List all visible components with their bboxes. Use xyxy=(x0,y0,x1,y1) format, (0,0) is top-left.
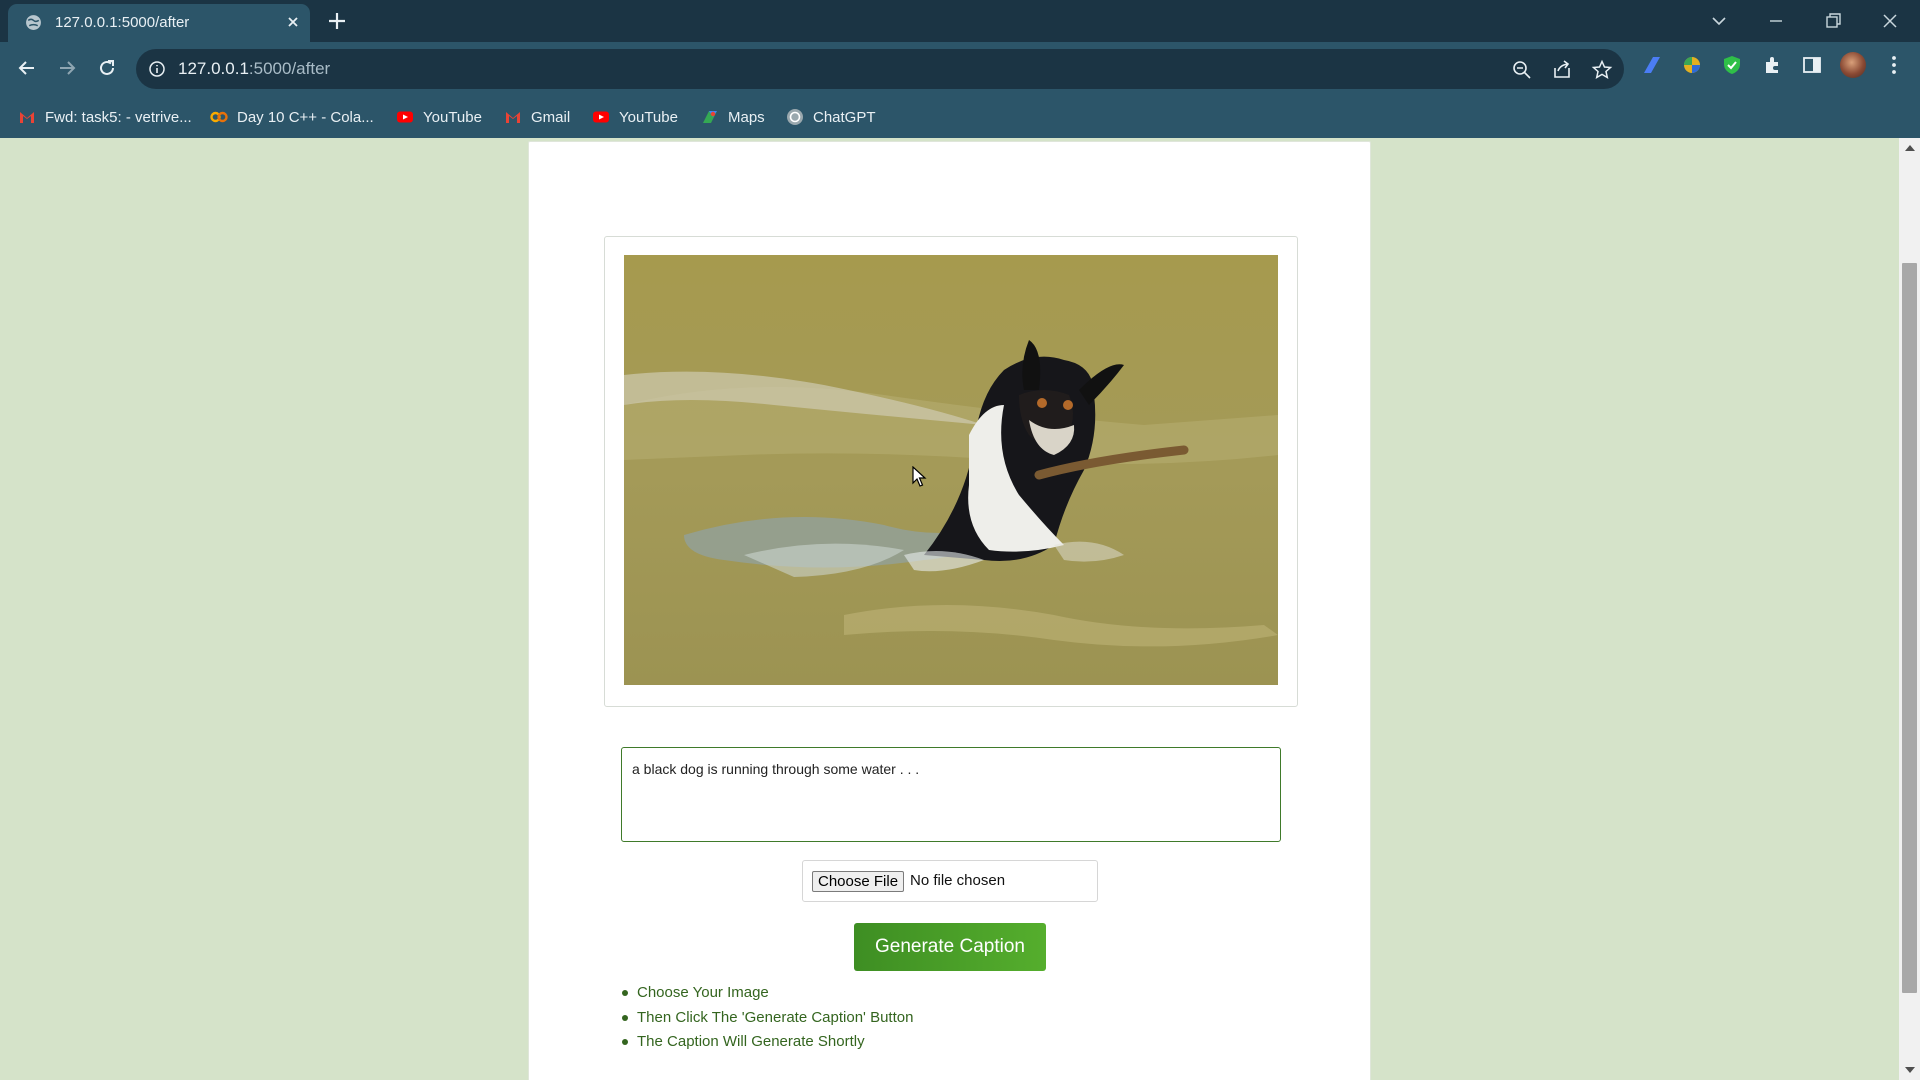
bookmark-item[interactable]: Fwd: task5: - vetrive... xyxy=(18,106,192,128)
bookmark-item[interactable]: Day 10 C++ - Cola... xyxy=(210,106,374,128)
bookmark-item[interactable]: Maps xyxy=(701,106,765,128)
browser-toolbar: 127.0.0.1:5000/after Fwd: task5: - vetri… xyxy=(0,42,1920,138)
vertical-scrollbar[interactable] xyxy=(1899,138,1920,1080)
bookmark-label: Gmail xyxy=(531,108,571,126)
extension-multicolor-icon[interactable] xyxy=(1681,54,1703,76)
file-input[interactable]: Choose File No file chosen xyxy=(802,860,1098,902)
address-bar[interactable]: 127.0.0.1:5000/after xyxy=(136,49,1624,89)
bookmarks-bar: Fwd: task5: - vetrive... Day 10 C++ - Co… xyxy=(0,96,1920,138)
globe-icon xyxy=(26,15,41,30)
scroll-up-arrow-icon[interactable] xyxy=(1905,145,1915,151)
uploaded-photo xyxy=(624,255,1278,685)
page-viewport: a black dog is running through some wate… xyxy=(0,138,1920,1080)
bookmark-label: ChatGPT xyxy=(813,108,876,126)
youtube-icon xyxy=(593,111,609,123)
maps-icon xyxy=(703,111,717,123)
back-arrow-icon[interactable] xyxy=(14,55,40,81)
tab-title: 127.0.0.1:5000/after xyxy=(55,14,190,31)
url-host: 127.0.0.1 xyxy=(178,59,249,78)
chatgpt-icon xyxy=(787,109,803,125)
bookmark-star-icon[interactable] xyxy=(1591,59,1613,81)
new-tab-icon[interactable] xyxy=(326,10,348,32)
puzzle-extensions-icon[interactable] xyxy=(1761,54,1783,76)
extension-blue-icon[interactable] xyxy=(1641,54,1663,76)
scroll-down-arrow-icon[interactable] xyxy=(1905,1067,1915,1073)
bookmark-item[interactable]: YouTube xyxy=(592,106,678,128)
choose-file-button[interactable]: Choose File xyxy=(812,871,905,892)
bookmark-label: Day 10 C++ - Cola... xyxy=(237,108,374,126)
generate-caption-button[interactable]: Generate Caption xyxy=(854,923,1046,971)
bookmark-item[interactable]: YouTube xyxy=(396,106,482,128)
instructions-list: Choose Your Image Then Click The 'Genera… xyxy=(622,984,913,1058)
bookmark-item[interactable]: Gmail xyxy=(504,106,570,128)
instruction-item: Then Click The 'Generate Caption' Button xyxy=(622,1009,913,1034)
gmail-icon xyxy=(506,112,520,123)
profile-avatar[interactable] xyxy=(1840,52,1866,78)
tab-search-chevron-icon[interactable] xyxy=(1705,7,1733,35)
colab-icon xyxy=(210,111,228,123)
instruction-item: The Caption Will Generate Shortly xyxy=(622,1033,913,1058)
minimize-icon[interactable] xyxy=(1762,7,1790,35)
shield-extension-icon[interactable] xyxy=(1721,54,1743,76)
bookmark-label: Fwd: task5: - vetrive... xyxy=(45,108,192,126)
site-info-icon[interactable] xyxy=(148,60,166,78)
url-text: 127.0.0.1:5000/after xyxy=(178,59,330,79)
browser-tab-strip: 127.0.0.1:5000/after xyxy=(0,0,1920,42)
youtube-icon xyxy=(397,111,413,123)
reload-icon[interactable] xyxy=(94,55,120,81)
caption-output[interactable]: a black dog is running through some wate… xyxy=(621,747,1281,842)
browser-tab[interactable]: 127.0.0.1:5000/after xyxy=(8,4,310,42)
more-menu-icon[interactable] xyxy=(1883,54,1905,76)
image-preview-frame xyxy=(604,236,1298,707)
bookmark-item[interactable]: ChatGPT xyxy=(786,106,876,128)
bookmark-label: YouTube xyxy=(619,108,678,126)
bookmark-label: YouTube xyxy=(423,108,482,126)
close-window-icon[interactable] xyxy=(1876,7,1904,35)
zoom-icon[interactable] xyxy=(1511,59,1533,81)
instruction-item: Choose Your Image xyxy=(622,984,913,1009)
share-icon[interactable] xyxy=(1551,59,1573,81)
mouse-cursor-icon xyxy=(912,466,927,487)
file-status-text: No file chosen xyxy=(910,872,1006,889)
scroll-thumb[interactable] xyxy=(1902,263,1917,993)
side-panel-icon[interactable] xyxy=(1801,54,1823,76)
forward-arrow-icon[interactable] xyxy=(54,55,80,81)
main-card: a black dog is running through some wate… xyxy=(528,141,1371,1080)
gmail-icon xyxy=(20,112,34,123)
close-tab-icon[interactable] xyxy=(284,13,302,31)
url-path: :5000/after xyxy=(248,59,331,78)
restore-icon[interactable] xyxy=(1819,7,1847,35)
bookmark-label: Maps xyxy=(728,108,765,126)
